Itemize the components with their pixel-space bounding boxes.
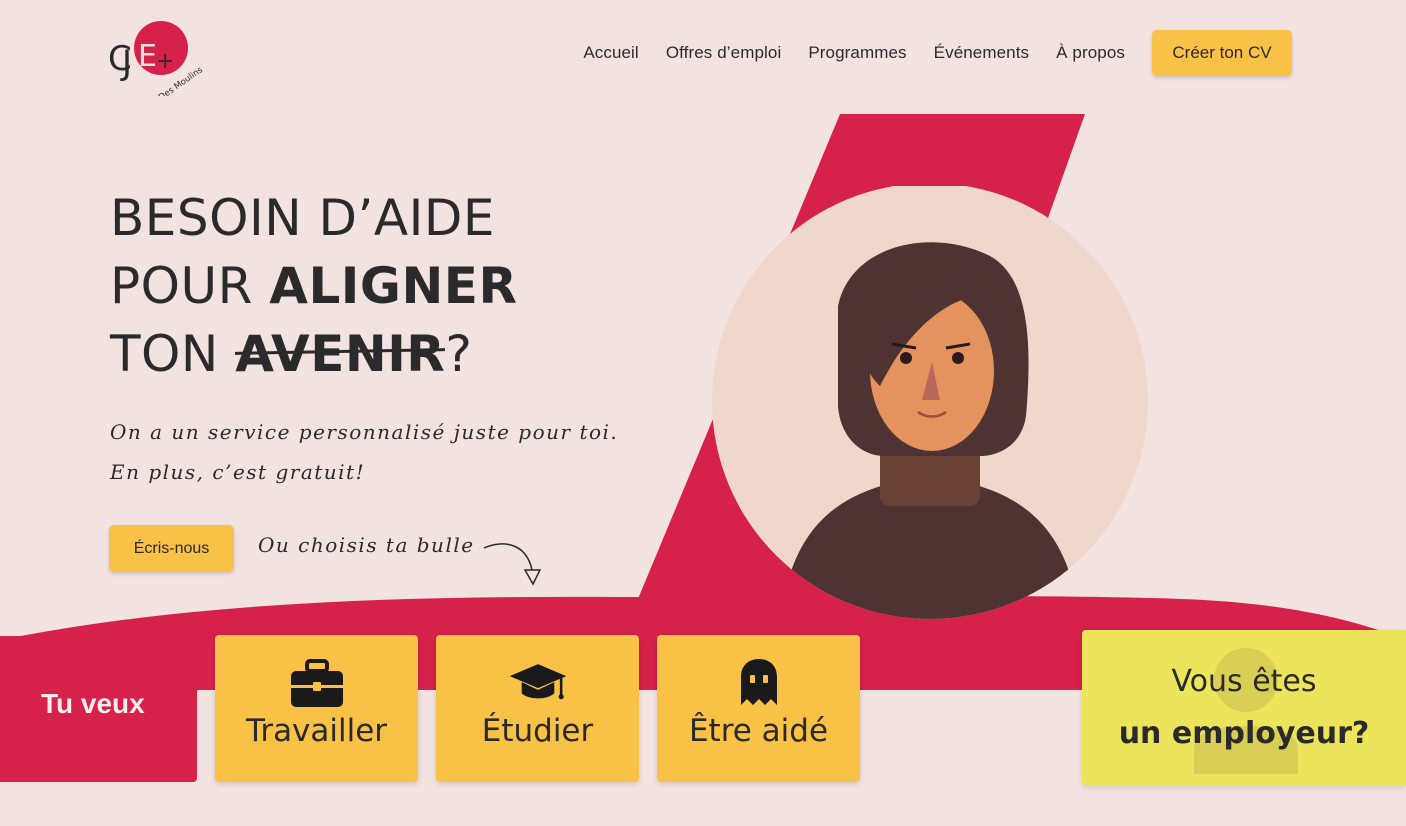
contact-button[interactable]: Écris-nous — [109, 525, 234, 572]
intro-label: Tu veux — [41, 688, 145, 719]
hero-title-line3a: TON — [110, 325, 236, 383]
create-cv-button[interactable]: Créer ton CV — [1152, 30, 1292, 76]
choice-etudier-label: Étudier — [481, 713, 594, 749]
hero-title-line2b: ALIGNER — [269, 257, 518, 315]
logo[interactable]: C J E + Des Moulins — [106, 18, 216, 96]
hero-subtitle-line2: En plus, c’est gratuit! — [110, 460, 366, 484]
hero-title-avenir: AVENIR — [235, 320, 445, 388]
choice-travailler-label: Travailler — [245, 713, 388, 749]
choice-travailler[interactable]: Travailler — [215, 635, 418, 782]
logo-plus: + — [156, 49, 174, 74]
nav-link-programmes[interactable]: Programmes — [808, 30, 906, 76]
nav-link-evenements[interactable]: Événements — [934, 30, 1030, 76]
choice-etre-aide[interactable]: Être aidé — [657, 635, 860, 782]
choose-bubble-text: Ou choisis ta bulle — [258, 533, 475, 557]
employer-line1: Vous êtes — [1171, 664, 1317, 699]
graduation-cap-icon — [509, 664, 566, 700]
nav-link-apropos[interactable]: À propos — [1056, 30, 1125, 76]
hero-portrait — [712, 186, 1148, 619]
hero-subtitle-line1: On a un service personnalisé juste pour … — [110, 420, 619, 444]
hero-title-line2a: POUR — [110, 257, 270, 315]
hero-title: BESOIN D’AIDE POUR ALIGNER TON AVENIR? — [110, 184, 630, 388]
curved-arrow-icon — [483, 543, 542, 586]
employer-card[interactable]: Vous êtes un employeur? — [1082, 630, 1406, 786]
nav-link-accueil[interactable]: Accueil — [583, 30, 639, 76]
hero-title-line1: BESOIN D’AIDE — [110, 189, 495, 247]
logo-e: E — [138, 39, 157, 74]
employer-line2: un employeur? — [1118, 716, 1370, 751]
choice-etudier[interactable]: Étudier — [436, 635, 639, 782]
nav-link-offres[interactable]: Offres d’emploi — [666, 30, 782, 76]
main-nav: Accueil Offres d’emploi Programmes Événe… — [583, 30, 1292, 76]
hero-title-question: ? — [445, 325, 473, 383]
ghost-icon — [740, 659, 777, 705]
briefcase-icon — [290, 659, 343, 707]
logo-j: J — [120, 43, 132, 83]
choice-etre-aide-label: Être aidé — [688, 713, 829, 749]
hero-subtitle: On a un service personnalisé juste pour … — [110, 412, 630, 492]
